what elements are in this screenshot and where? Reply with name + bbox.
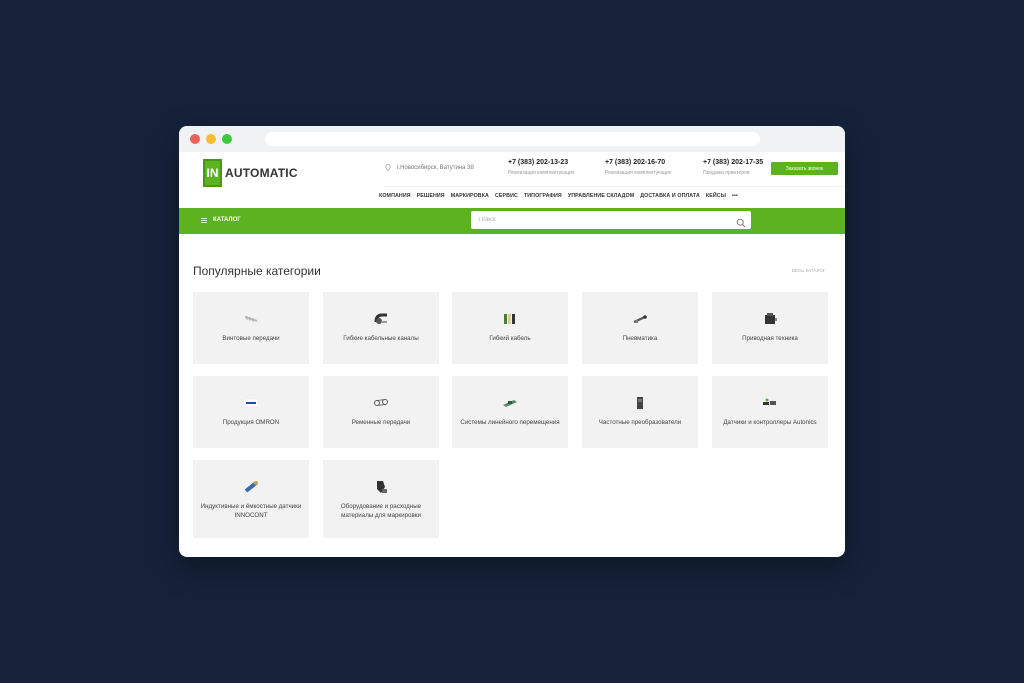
category-label: Гибкий кабель — [489, 335, 531, 342]
category-card[interactable]: Гибкий кабель — [452, 292, 568, 364]
cable-icon — [502, 312, 518, 326]
main-nav: КОМПАНИЯ РЕШЕНИЯ МАРКИРОВКА СЕРВИС ТИПОГ… — [379, 193, 738, 199]
header-divider — [386, 186, 845, 187]
menu-icon — [201, 217, 207, 223]
category-label: Системы линейного перемещения — [460, 419, 560, 426]
phone-number[interactable]: +7 (383) 202-13-23 — [508, 159, 574, 166]
browser-window: IN AUTOMATIC г.Новосибирск, Ватутина 38 … — [179, 126, 845, 557]
phone-block-3: +7 (383) 202-17-35 Продажа принтеров — [703, 159, 763, 176]
all-catalog-link[interactable]: ВЕСЬ КАТАЛОГ — [792, 268, 825, 273]
category-label: Ременные передачи — [351, 419, 411, 426]
address-bar[interactable] — [265, 132, 760, 146]
category-card[interactable]: Частотные преобразователи — [582, 376, 698, 448]
nav-more-icon[interactable]: ••• — [732, 193, 738, 199]
belt-icon — [373, 396, 389, 410]
motor-icon — [762, 312, 778, 326]
phone-number[interactable]: +7 (383) 202-16-70 — [605, 159, 671, 166]
category-label: Винтовые передачи — [222, 335, 280, 342]
site-header: IN AUTOMATIC г.Новосибирск, Ватутина 38 … — [179, 152, 845, 207]
phone-caption: Реализация комплектующих — [508, 170, 575, 176]
marking-icon — [373, 480, 389, 494]
category-label: Оборудование и расходные материалы для м… — [340, 503, 422, 519]
maximize-window-icon[interactable] — [222, 134, 232, 144]
category-label: Приводная техника — [742, 335, 798, 342]
nav-item-marking[interactable]: МАРКИРОВКА — [451, 193, 489, 199]
category-label: Гибкие кабельные каналы — [343, 335, 419, 342]
catalog-button[interactable]: КАТАЛОГ — [201, 217, 241, 223]
phone-block-2: +7 (383) 202-16-70 Реализация комплектую… — [605, 159, 671, 176]
category-card[interactable]: Винтовые передачи — [193, 292, 309, 364]
category-label: Индуктивные и ёмкостные датчики INNOCONT — [200, 503, 302, 519]
sensor-icon — [762, 396, 778, 410]
nav-item-solutions[interactable]: РЕШЕНИЯ — [417, 193, 445, 199]
phone-caption: Реализация комплектующих — [605, 170, 672, 176]
linear-icon — [502, 396, 518, 410]
close-window-icon[interactable] — [190, 134, 200, 144]
nav-item-printing[interactable]: ТИПОГРАФИЯ — [524, 193, 562, 199]
minimize-window-icon[interactable] — [206, 134, 216, 144]
address: г.Новосибирск, Ватутина 38 — [385, 164, 474, 171]
category-card[interactable]: Датчики и контроллеры Autonics — [712, 376, 828, 448]
logo-badge: IN — [203, 159, 222, 187]
phone-block-1: +7 (383) 202-13-23 Реализация комплектую… — [508, 159, 574, 176]
category-label: Датчики и контроллеры Autonics — [723, 419, 817, 426]
pneumatic-icon — [632, 312, 648, 326]
omron-icon — [243, 396, 259, 410]
location-pin-icon — [385, 164, 391, 171]
inductive-sensor-icon — [243, 480, 259, 494]
category-card[interactable]: Индуктивные и ёмкостные датчики INNOCONT — [193, 460, 309, 538]
category-label: Продукция OMRON — [222, 419, 280, 426]
nav-item-service[interactable]: СЕРВИС — [495, 193, 518, 199]
search-input[interactable] — [471, 211, 751, 229]
category-card[interactable]: Пневматика — [582, 292, 698, 364]
inverter-icon — [632, 396, 648, 410]
category-card[interactable]: Приводная техника — [712, 292, 828, 364]
catalog-bar: КАТАЛОГ — [179, 208, 845, 234]
search-icon[interactable] — [736, 215, 746, 228]
catalog-label: КАТАЛОГ — [213, 217, 241, 223]
category-card[interactable]: Системы линейного перемещения — [452, 376, 568, 448]
category-label: Пневматика — [622, 335, 658, 342]
screw-icon — [243, 312, 259, 326]
browser-titlebar — [179, 126, 845, 152]
order-call-button[interactable]: Заказать звонок — [771, 162, 838, 175]
phone-caption: Продажа принтеров — [703, 170, 750, 176]
category-card[interactable]: Гибкие кабельные каналы — [323, 292, 439, 364]
nav-item-company[interactable]: КОМПАНИЯ — [379, 193, 411, 199]
logo-text: AUTOMATIC — [225, 166, 298, 180]
cable-chain-icon — [373, 312, 389, 326]
nav-item-cases[interactable]: КЕЙСЫ — [706, 193, 726, 199]
category-label: Частотные преобразователи — [598, 419, 682, 426]
site-logo[interactable]: IN AUTOMATIC — [203, 158, 298, 188]
nav-item-warehouse[interactable]: УПРАВЛЕНИЕ СКЛАДОМ — [568, 193, 634, 199]
category-card[interactable]: Ременные передачи — [323, 376, 439, 448]
address-text: г.Новосибирск, Ватутина 38 — [397, 164, 474, 171]
category-card[interactable]: Продукция OMRON — [193, 376, 309, 448]
page-title: Популярные категории — [193, 264, 321, 278]
category-card[interactable]: Оборудование и расходные материалы для м… — [323, 460, 439, 538]
phone-number[interactable]: +7 (383) 202-17-35 — [703, 159, 763, 166]
nav-item-delivery[interactable]: ДОСТАВКА И ОПЛАТА — [640, 193, 700, 199]
